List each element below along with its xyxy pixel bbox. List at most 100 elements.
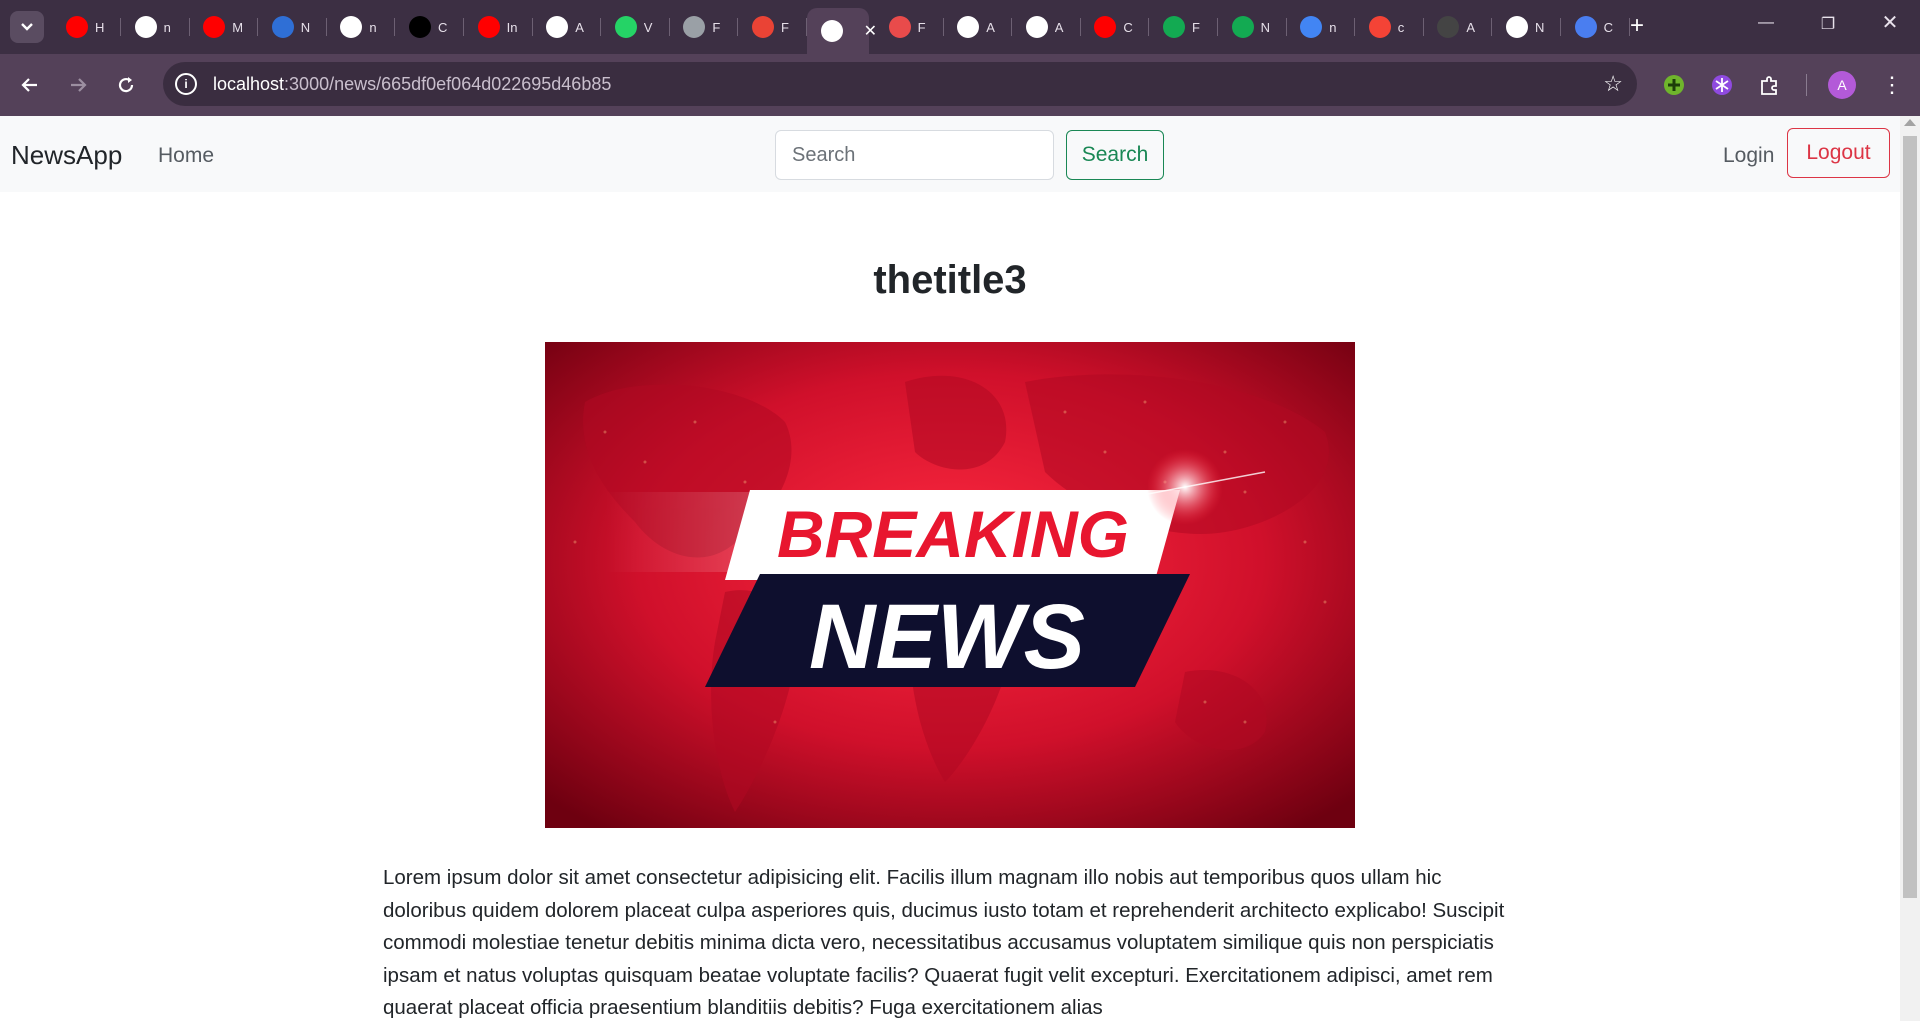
gemini-icon	[1574, 16, 1597, 38]
chevron-down-icon	[21, 23, 33, 31]
browser-tab[interactable]: C	[1080, 8, 1150, 46]
scroll-up-arrow[interactable]	[1904, 119, 1916, 126]
site-info-icon[interactable]: i	[175, 73, 197, 95]
browser-toolbar: i localhost:3000/news/665df0ef064d022695…	[0, 54, 1920, 116]
vercel-icon	[820, 20, 843, 42]
youtube-icon	[66, 16, 88, 38]
tab-title: C	[438, 19, 448, 35]
back-button[interactable]	[16, 71, 44, 99]
tab-title: F	[917, 19, 926, 35]
browser-tab[interactable]: N	[258, 8, 327, 46]
page-scrollbar-thumb[interactable]	[1903, 136, 1917, 898]
openai-icon	[546, 16, 569, 38]
search-button[interactable]: Search	[1066, 130, 1164, 180]
url-path: :3000/news/665df0ef064d022695d46b85	[284, 73, 612, 94]
search-input[interactable]	[775, 130, 1054, 180]
tab-title: V	[643, 19, 653, 35]
tab-search-button[interactable]	[10, 11, 44, 43]
browser-tab[interactable]: A	[1012, 8, 1081, 46]
github-icon	[134, 16, 157, 38]
github-icon	[340, 16, 363, 38]
brand-logo[interactable]: NewsApp	[11, 140, 122, 171]
url-text[interactable]: localhost:3000/news/665df0ef064d022695d4…	[213, 74, 611, 95]
tab-title: F	[1192, 19, 1200, 35]
app-navbar: NewsApp Home Search Login Logout	[0, 116, 1900, 192]
browser-tab[interactable]: A	[1423, 8, 1493, 46]
browser-tab[interactable]: V✕	[806, 8, 877, 54]
tab-title: A	[986, 19, 995, 35]
tab-title: n	[369, 19, 377, 35]
chrome-icon	[1506, 16, 1528, 38]
tab-title: M	[232, 19, 243, 35]
profile-initial: A	[1828, 71, 1856, 99]
address-bar[interactable]: i localhost:3000/news/665df0ef064d022695…	[163, 62, 1637, 106]
browser-tab[interactable]: F	[875, 8, 944, 46]
browser-tab[interactable]: n	[1286, 8, 1356, 46]
mongodb-icon	[1231, 16, 1254, 38]
browser-menu-icon[interactable]: ⋮	[1878, 71, 1906, 99]
tab-title: C	[1123, 19, 1133, 35]
bookmark-star-icon[interactable]: ☆	[1603, 71, 1623, 97]
browser-tab[interactable]: N	[1492, 8, 1561, 46]
arrow-right-icon	[71, 78, 87, 92]
tab-title: In	[506, 19, 517, 35]
browser-tab[interactable]: V	[601, 8, 670, 46]
tab-title: C	[1603, 19, 1613, 35]
extension-purple-icon[interactable]	[1708, 71, 1736, 99]
browser-tab[interactable]: A	[532, 8, 602, 46]
profile-avatar[interactable]: A	[1828, 71, 1856, 99]
nav-link-login[interactable]: Login	[1723, 144, 1774, 168]
minimize-button[interactable]: —	[1746, 14, 1786, 32]
arrow-left-icon	[21, 78, 37, 92]
restore-button[interactable]: ❐	[1808, 14, 1848, 34]
whatsapp-icon	[614, 16, 637, 38]
url-host: localhost	[213, 73, 285, 94]
browser-tab-bar: Hn M Nn C In A V F F V✕ F A A C F Nn c A N C + — ❐ ✕	[0, 0, 1920, 54]
mongodb-icon	[1163, 16, 1185, 38]
youtube-icon	[1094, 16, 1117, 38]
browser-tab[interactable]: In	[464, 8, 533, 46]
extensions-puzzle-icon[interactable]	[1756, 71, 1784, 99]
browser-tab[interactable]: c	[1355, 8, 1424, 46]
reload-icon	[118, 77, 134, 93]
browser-tab[interactable]: H	[52, 8, 121, 46]
github-icon	[1437, 16, 1460, 38]
tab-title: N	[300, 19, 311, 35]
article-body: Lorem ipsum dolor sit amet consectetur a…	[383, 866, 1505, 1019]
extension-green-icon[interactable]	[1660, 71, 1688, 99]
t-icon	[271, 16, 294, 38]
browser-tab[interactable]: n	[121, 8, 190, 46]
browser-tab[interactable]: F	[738, 8, 807, 46]
globe-icon	[683, 16, 706, 38]
youtube-icon	[203, 16, 226, 38]
tab-title: c	[1397, 19, 1405, 35]
browser-tab[interactable]: M	[189, 8, 259, 46]
github-icon	[957, 16, 980, 38]
forward-button[interactable]	[64, 71, 92, 99]
reload-button[interactable]	[112, 71, 140, 99]
tab-title: F	[712, 19, 721, 35]
article-title: thetitle3	[873, 258, 1027, 302]
toolbar-divider	[1806, 74, 1807, 96]
browser-tab[interactable]: F	[1149, 8, 1218, 46]
browser-tab[interactable]: N	[1218, 8, 1287, 46]
image-word-breaking: BREAKING	[777, 497, 1129, 571]
logout-button[interactable]: Logout	[1787, 128, 1890, 178]
browser-tab[interactable]: C	[395, 8, 464, 46]
app-icon	[1368, 16, 1391, 38]
tab-title: A	[1466, 19, 1476, 35]
browser-tab[interactable]: F	[669, 8, 739, 46]
browser-tab[interactable]: A	[943, 8, 1013, 46]
browser-tab[interactable]: C	[1561, 8, 1630, 46]
tab-title: A	[575, 19, 584, 35]
chart-icon	[888, 16, 911, 38]
gmail-icon	[752, 16, 774, 38]
google-icon	[1300, 16, 1323, 38]
github-icon	[1025, 16, 1048, 38]
browser-tab[interactable]: n	[326, 8, 396, 46]
tab-title: A	[1054, 19, 1064, 35]
nav-link-home[interactable]: Home	[158, 144, 214, 168]
new-tab-button[interactable]: +	[1630, 12, 1644, 40]
article-image: BREAKING NEWS	[545, 342, 1355, 828]
close-window-button[interactable]: ✕	[1870, 10, 1910, 35]
